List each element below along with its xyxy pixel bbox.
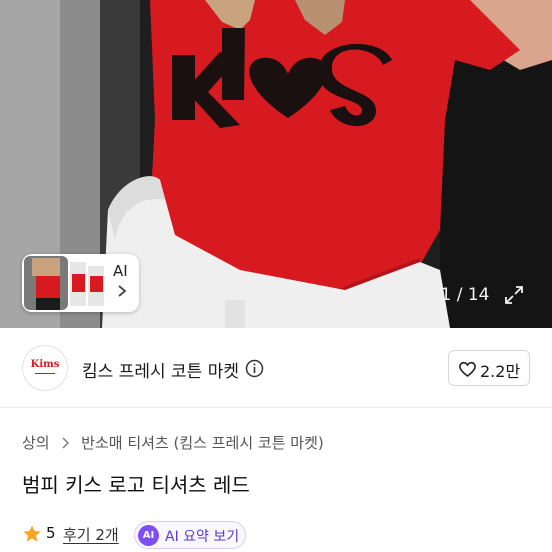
product-image-gallery[interactable]: AI 1 / 14	[0, 0, 552, 328]
rating-value: 5	[46, 524, 56, 542]
image-page-counter: 1 / 14	[440, 285, 490, 305]
chevron-right-icon	[62, 437, 70, 448]
ai-badge-icon: AI	[138, 525, 159, 546]
breadcrumb-item-subcategory[interactable]: 반소매 티셔츠	[81, 434, 169, 452]
image-thumbnail-strip[interactable]: AI	[22, 254, 139, 312]
logo-underline	[35, 373, 55, 374]
review-count-link[interactable]: 후기 2개	[63, 524, 119, 545]
shop-logo[interactable]: Kims	[22, 345, 68, 391]
rating-row: 5 후기 2개 AI AI 요약 보기	[22, 521, 322, 549]
breadcrumb-item-category[interactable]: 상의	[22, 434, 50, 452]
expand-icon[interactable]	[503, 284, 525, 306]
shop-row[interactable]: Kims 킴스 프레시 코튼 마켓 2.2만	[0, 328, 552, 408]
product-title: 범피 키스 로고 티셔츠 레드	[22, 473, 250, 497]
ai-summary-button[interactable]: AI AI 요약 보기	[134, 521, 246, 549]
ai-summary-label: AI 요약 보기	[165, 529, 240, 545]
breadcrumb: 상의 반소매 티셔츠 (킴스 프레시 코튼 마켓)	[22, 432, 324, 452]
shop-name[interactable]: 킴스 프레시 코튼 마켓	[82, 357, 239, 382]
heart-icon	[459, 361, 476, 377]
thumbnail-images	[24, 256, 104, 310]
info-icon[interactable]	[245, 359, 264, 378]
chevron-right-icon	[118, 285, 127, 297]
star-icon	[23, 525, 41, 542]
thumbnail-ai-label: AI	[113, 262, 128, 280]
like-button[interactable]: 2.2만	[448, 350, 530, 386]
like-count: 2.2만	[480, 362, 521, 381]
breadcrumb-item-shop[interactable]: (킴스 프레시 코튼 마켓)	[174, 434, 324, 452]
shop-logo-text: Kims	[30, 359, 60, 370]
